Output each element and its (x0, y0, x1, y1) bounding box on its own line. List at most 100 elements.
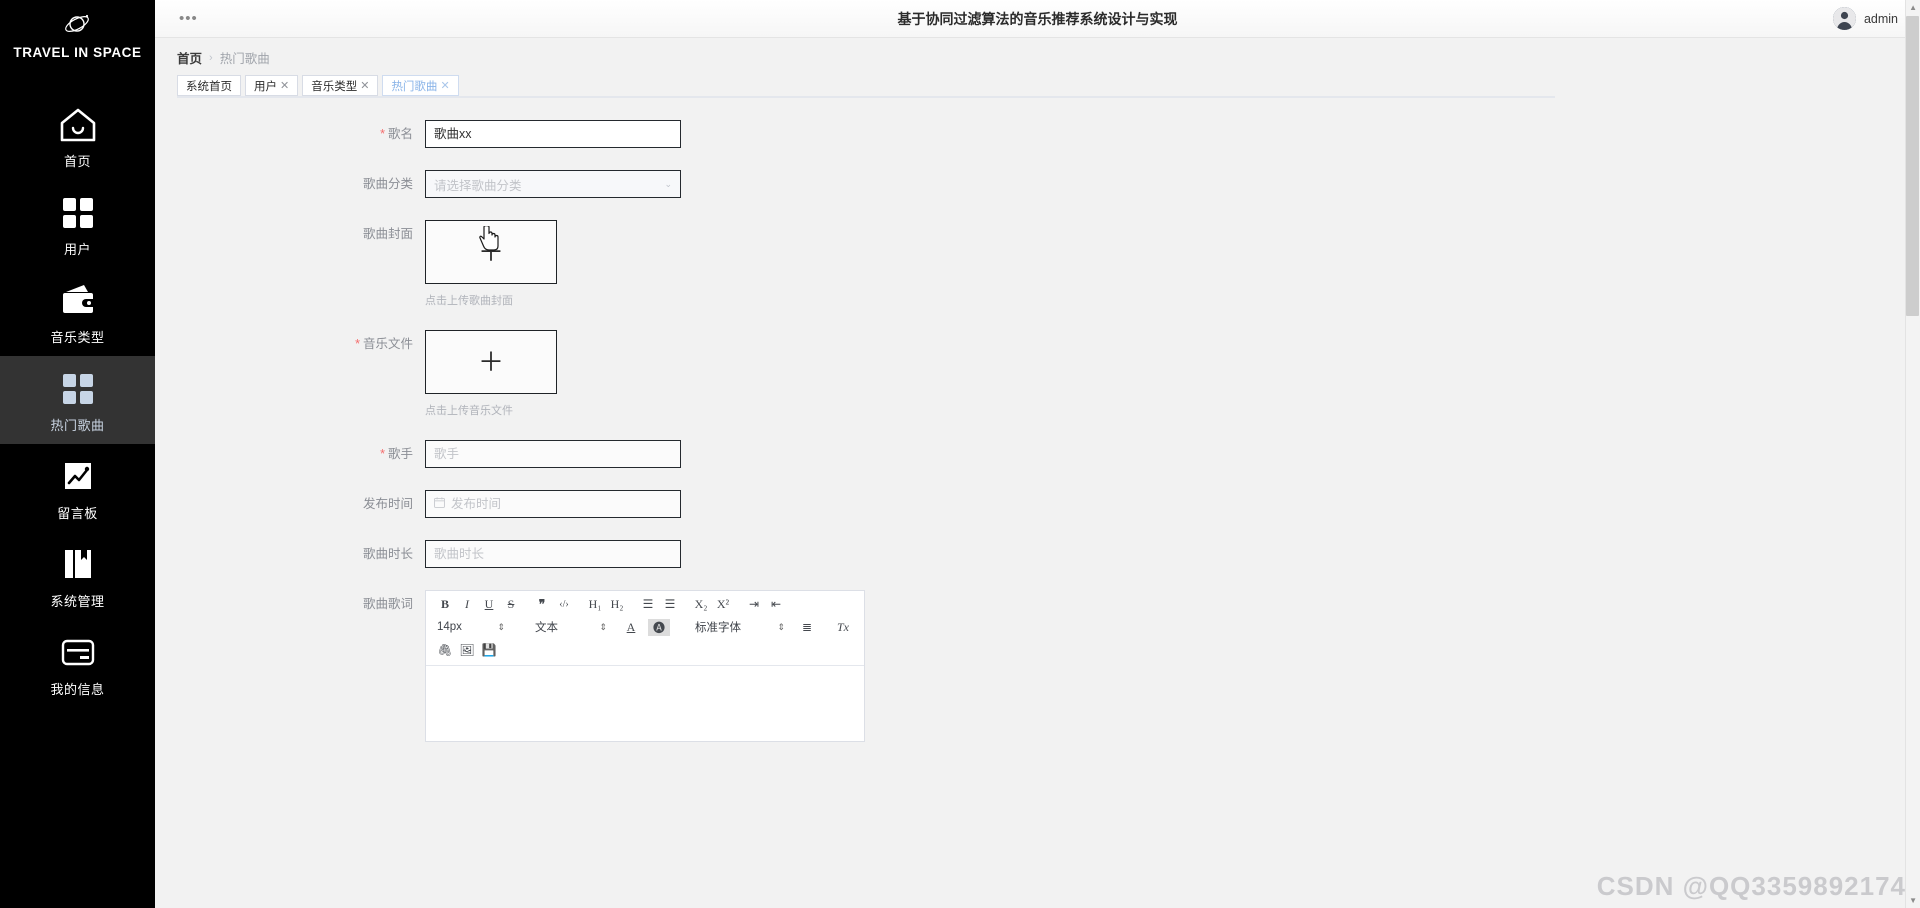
tab-label: 系统首页 (186, 80, 232, 93)
form-row-song-name: * 歌名 歌曲xx (155, 120, 1920, 148)
singer-field: 歌手 (425, 440, 681, 468)
song-name-label: * 歌名 (380, 127, 413, 141)
form-row-cover: 歌曲封面 ＋ 点击上传歌曲封面 (155, 220, 1920, 308)
wallet-icon (58, 279, 98, 323)
bold-icon[interactable]: B (434, 596, 456, 613)
sidebar-item-music-type[interactable]: 音乐类型 (0, 268, 155, 356)
scroll-up-icon[interactable]: ▲ (1909, 3, 1917, 12)
sidebar-item-label: 首页 (63, 153, 91, 169)
tab-system-home[interactable]: 系统首页 (177, 75, 241, 96)
scrollbar-thumb[interactable] (1906, 16, 1919, 316)
music-file-label: * 音乐文件 (355, 337, 413, 351)
singer-label: * 歌手 (380, 447, 413, 461)
sidebar-item-label: 用户 (63, 241, 91, 257)
cover-upload-box[interactable]: ＋ (425, 220, 557, 284)
sidebar-item-message-board[interactable]: 留言板 (0, 444, 155, 532)
underline-icon[interactable]: U (478, 596, 500, 613)
sidebar-item-label: 音乐类型 (50, 329, 105, 345)
ordered-list-icon[interactable]: ☰ (637, 596, 659, 613)
heading-2-icon[interactable]: H₂ (606, 596, 628, 613)
music-file-upload-box[interactable]: ＋ (425, 330, 557, 394)
form-row-lyrics: 歌曲歌词 B I U S ❞ ‹/› H₁ H₂ ☰ ☰ X₂ X² ⇥ ⇤ 1… (155, 590, 1920, 742)
tab-users[interactable]: 用户 ✕ (245, 75, 299, 96)
song-name-field: 歌曲xx (425, 120, 681, 148)
editor-content-area[interactable] (426, 666, 864, 741)
sidebar-item-users[interactable]: 用户 (0, 180, 155, 268)
application-root: TRAVEL IN SPACE 首页 用户 音乐类型 热门歌曲 留言板 系统管理… (0, 0, 1920, 908)
sidebar-item-hot-songs[interactable]: 热门歌曲 (0, 356, 155, 444)
background-color-icon[interactable]: 🅐 (648, 618, 670, 636)
sidebar-item-label: 留言板 (57, 505, 98, 521)
font-family-value: 标准字体 (695, 622, 741, 634)
duration-field: 歌曲时长 (425, 540, 681, 568)
italic-icon[interactable]: I (456, 596, 478, 613)
align-left-icon[interactable]: ≣ (796, 619, 818, 636)
singer-input[interactable]: 歌手 (425, 440, 681, 468)
watermark: CSDN @QQ3359892174 (1596, 871, 1906, 901)
block-type-select[interactable]: 文本 ⇕ (532, 619, 610, 635)
sidebar-item-system-management[interactable]: 系统管理 (0, 532, 155, 620)
stepper-icon: ⇕ (777, 621, 785, 632)
sidebar-item-label: 我的信息 (50, 681, 105, 697)
book-icon (58, 543, 98, 587)
attachment-icon[interactable]: 🖇 (434, 642, 456, 659)
clear-format-icon[interactable]: Tx (832, 619, 854, 636)
cover-upload-tip: 点击上传歌曲封面 (425, 295, 513, 307)
font-size-select[interactable]: 14px ⇕ (434, 621, 508, 633)
username-label: admin (1863, 11, 1898, 26)
grid-icon (58, 191, 98, 235)
close-icon[interactable]: ✕ (440, 79, 449, 92)
subscript-icon[interactable]: X₂ (690, 596, 712, 613)
text-color-icon[interactable]: A (620, 619, 642, 636)
image-icon[interactable]: 🖼 (456, 642, 478, 659)
menu-toggle-icon[interactable]: ••• (179, 11, 198, 26)
song-name-input[interactable]: 歌曲xx (425, 120, 681, 148)
page-title: 基于协同过滤算法的音乐推荐系统设计与实现 (897, 10, 1178, 27)
save-icon[interactable]: 💾 (478, 642, 500, 659)
close-icon[interactable]: ✕ (360, 79, 369, 92)
plus-icon: ＋ (477, 347, 504, 377)
publish-time-placeholder: 发布时间 (451, 497, 502, 511)
sidebar-item-my-info[interactable]: 我的信息 (0, 620, 155, 708)
tab-hot-songs[interactable]: 热门歌曲 ✕ (382, 75, 459, 96)
breadcrumb-home[interactable]: 首页 (177, 48, 202, 67)
editor-toolbar-row-1: B I U S ❞ ‹/› H₁ H₂ ☰ ☰ X₂ X² ⇥ ⇤ (434, 596, 856, 613)
tab-label: 用户 (254, 80, 277, 93)
cover-field: ＋ 点击上传歌曲封面 (425, 220, 557, 308)
scroll-down-icon[interactable]: ▼ (1909, 896, 1917, 905)
sidebar-item-home[interactable]: 首页 (0, 92, 155, 180)
duration-input[interactable]: 歌曲时长 (425, 540, 681, 568)
topbar: ••• 基于协同过滤算法的音乐推荐系统设计与实现 admin (155, 0, 1920, 38)
user-menu[interactable]: admin (1832, 7, 1898, 30)
superscript-icon[interactable]: X² (712, 596, 734, 613)
code-icon[interactable]: ‹/› (553, 596, 575, 613)
tab-music-type[interactable]: 音乐类型 ✕ (302, 75, 379, 96)
form-row-singer: * 歌手 歌手 (155, 440, 1920, 468)
category-select[interactable]: 请选择歌曲分类 ⌄ (425, 170, 681, 198)
font-family-select[interactable]: 标准字体 ⇕ (692, 619, 788, 635)
chevron-down-icon: ⌄ (664, 178, 672, 189)
vertical-scrollbar[interactable]: ▲ ▼ (1905, 0, 1920, 908)
publish-time-input[interactable]: 发布时间 (425, 490, 681, 518)
required-marker: * (380, 447, 385, 461)
stepper-icon: ⇕ (497, 621, 505, 632)
editor-toolbar: B I U S ❞ ‹/› H₁ H₂ ☰ ☰ X₂ X² ⇥ ⇤ 14px ⇕… (426, 591, 864, 666)
avatar (1832, 7, 1856, 30)
duration-label: 歌曲时长 (362, 547, 413, 561)
indent-icon[interactable]: ⇥ (743, 596, 765, 613)
music-file-upload-tip: 点击上传音乐文件 (425, 405, 513, 417)
outdent-icon[interactable]: ⇤ (765, 596, 787, 613)
rich-text-editor: B I U S ❞ ‹/› H₁ H₂ ☰ ☰ X₂ X² ⇥ ⇤ 14px ⇕… (425, 590, 865, 742)
unordered-list-icon[interactable]: ☰ (659, 596, 681, 613)
heading-1-icon[interactable]: H₁ (584, 596, 606, 613)
quote-icon[interactable]: ❞ (531, 596, 553, 613)
form-row-category: 歌曲分类 请选择歌曲分类 ⌄ (155, 170, 1920, 198)
close-icon[interactable]: ✕ (280, 79, 289, 92)
tab-label: 音乐类型 (311, 80, 358, 93)
editor-toolbar-row-3: 🖇 🖼 💾 (434, 641, 856, 659)
editor-toolbar-row-2: 14px ⇕ 文本 ⇕ A 🅐 标准字体 ⇕ ≣ Tx (434, 618, 856, 636)
required-marker: * (355, 337, 360, 351)
cover-label: 歌曲封面 (362, 227, 413, 241)
calendar-icon (434, 491, 445, 517)
strikethrough-icon[interactable]: S (500, 596, 522, 613)
